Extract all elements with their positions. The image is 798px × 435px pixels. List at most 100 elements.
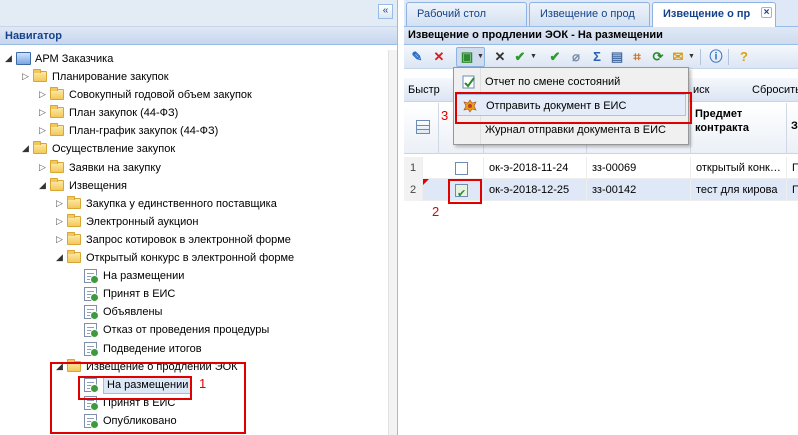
tree-item[interactable]: ▷ Совокупный годовой объем закупок (0, 86, 388, 104)
export-dropdown-icon[interactable]: ▼ (477, 53, 484, 60)
menu-item-label: Отчет по смене состояний (485, 76, 621, 88)
tab-notice-1[interactable]: Извещение о прод (529, 2, 650, 26)
collapsed-arrow-icon[interactable]: ▷ (55, 234, 64, 245)
export-icon[interactable]: ▣ (459, 49, 475, 65)
folder-icon (67, 250, 81, 264)
tree-item[interactable]: Подведение итогов (0, 340, 388, 358)
tree-item[interactable]: Отказ от проведения процедуры (0, 321, 388, 339)
row-code-cell: зз-00069 (587, 157, 691, 179)
tree-item[interactable]: Принят в ЕИС (0, 285, 388, 303)
tree-item-label: План закупок (44-ФЗ) (69, 107, 179, 120)
folder-icon (50, 87, 64, 101)
tree-item-label: Принят в ЕИС (103, 396, 176, 409)
tab-desktop[interactable]: Рабочий стол (406, 2, 527, 26)
tree-item-label: Закупка у единственного поставщика (86, 197, 277, 210)
navigator-scrollbar[interactable] (388, 50, 397, 435)
collapsed-arrow-icon[interactable]: ▷ (38, 107, 47, 118)
tree-item-selected[interactable]: На размещении (0, 375, 388, 394)
edit-icon[interactable]: ✎ (409, 49, 425, 65)
collapsed-arrow-icon[interactable]: ▷ (38, 89, 47, 100)
collapsed-arrow-icon[interactable]: ▷ (38, 125, 47, 136)
info-icon[interactable]: ⓘ (708, 49, 724, 65)
tree-item[interactable]: ◢ Осуществление закупок (0, 140, 388, 158)
collapsed-arrow-icon[interactable]: ▷ (55, 198, 64, 209)
collapse-navigator-button[interactable]: « (378, 4, 393, 19)
expanded-arrow-icon[interactable]: ◢ (4, 53, 13, 64)
tree-item[interactable]: ▷ Электронный аукцион (0, 213, 388, 231)
tree-item[interactable]: ▷ Закупка у единственного поставщика (0, 195, 388, 213)
panel-title: Извещение о продлении ЭОК - На размещени… (404, 27, 798, 45)
print-icon[interactable]: ▤ (609, 49, 625, 65)
collapsed-arrow-icon[interactable]: ▷ (38, 162, 47, 173)
subject-header-line2: контракта (695, 122, 749, 134)
check-icon[interactable]: ✔ (512, 49, 528, 65)
tree-item[interactable]: ◢ Извещение о продлении ЭОК (0, 358, 388, 376)
row-checkbox-checked[interactable] (455, 183, 468, 201)
next-column-header[interactable]: З (787, 103, 798, 154)
tree-item[interactable]: Опубликовано (0, 412, 388, 430)
expanded-arrow-icon[interactable]: ◢ (55, 252, 64, 263)
folder-icon (33, 141, 47, 155)
tree-item-label: Совокупный годовой объем закупок (69, 89, 252, 102)
search-button[interactable]: иск (689, 81, 713, 99)
tree-item[interactable]: ▷ Запрос котировок в электронной форме (0, 231, 388, 249)
sum-icon[interactable]: Σ (589, 49, 605, 65)
row-number: 2 (404, 179, 423, 201)
tree-item[interactable]: ◢ Открытый конкурс в электронной форме (0, 249, 388, 267)
tree-item-label: Отказ от проведения процедуры (103, 324, 270, 337)
expanded-arrow-icon[interactable]: ◢ (38, 180, 47, 191)
expanded-arrow-icon[interactable]: ◢ (55, 361, 64, 372)
tree-item-label: Объявлены (103, 306, 163, 319)
refresh-icon[interactable]: ⟳ (650, 49, 666, 65)
document-icon (84, 395, 99, 411)
main-panel: Рабочий стол Извещение о прод Извещение … (404, 0, 798, 435)
sign-icon[interactable]: ✔ (547, 49, 563, 65)
filter-icon[interactable]: ⌗ (629, 49, 645, 65)
delete-icon[interactable]: ✕ (431, 49, 447, 65)
grid-settings-column (404, 103, 439, 154)
tab-notice-active[interactable]: Извещение о пр × (652, 2, 776, 28)
row-number-cell: ок-э-2018-12-25 (484, 179, 587, 201)
attach-icon[interactable]: ⌀ (568, 49, 584, 65)
tree-item[interactable]: ◢ Извещения (0, 177, 388, 195)
subject-column-header[interactable]: Предмет контракта (691, 103, 787, 154)
check-dropdown-icon[interactable]: ▼ (530, 53, 537, 60)
help-icon[interactable]: ? (736, 49, 752, 65)
tree-item[interactable]: ◢ АРМ Заказчика (0, 50, 388, 68)
tree-item[interactable]: ▷ Планирование закупок (0, 68, 388, 86)
collapsed-arrow-icon[interactable]: ▷ (55, 216, 64, 227)
menu-item-send-to-eis[interactable]: Отправить документ в ЕИС (456, 94, 686, 116)
row-checkbox-cell (423, 179, 484, 201)
eagle-emblem-icon (463, 99, 477, 113)
folder-icon (50, 159, 64, 173)
tree-item[interactable]: ▷ План-график закупок (44-ФЗ) (0, 122, 388, 140)
tree-item-label: На размещении (103, 270, 185, 283)
send-dropdown-icon[interactable]: ▼ (688, 53, 695, 60)
tree-item-label: Извещение о продлении ЭОК (86, 360, 238, 373)
table-row-selected[interactable]: 2 ок-э-2018-12-25 зз-00142 тест для киро… (404, 179, 798, 201)
row-checkbox-cell (423, 157, 484, 179)
tree-item[interactable]: Объявлены (0, 303, 388, 321)
report-icon (462, 75, 475, 89)
close-tab-icon[interactable]: × (761, 7, 772, 18)
send-icon[interactable]: ✉ (670, 49, 686, 65)
table-row[interactable]: 1 ок-э-2018-11-24 зз-00069 открытый конк… (404, 157, 798, 179)
expanded-arrow-icon[interactable]: ◢ (21, 143, 30, 154)
tree-item-label: Подведение итогов (103, 342, 202, 355)
tree-item[interactable]: Принят в ЕИС (0, 394, 388, 412)
row-checkbox[interactable] (455, 162, 468, 175)
tab-label: Рабочий стол (417, 8, 487, 20)
reset-button[interactable]: Сбросить (748, 81, 798, 99)
tab-label: Извещение о прод (540, 8, 635, 20)
tree-item[interactable]: ▷ Заявки на закупку (0, 159, 388, 177)
tree-item-label: План-график закупок (44-ФЗ) (69, 125, 219, 138)
menu-item-send-log[interactable]: Журнал отправки документа в ЕИС (456, 119, 686, 141)
grid-columns-icon[interactable] (416, 120, 430, 134)
tree-item[interactable]: ▷ План закупок (44-ФЗ) (0, 104, 388, 122)
collapsed-arrow-icon[interactable]: ▷ (21, 71, 30, 82)
tree-item[interactable]: На размещении (0, 267, 388, 285)
quick-search-button[interactable]: Быстр (404, 81, 444, 99)
close-icon[interactable]: ✕ (492, 49, 508, 65)
menu-item-state-report[interactable]: Отчет по смене состояний (456, 71, 686, 93)
row-subject-cell: тест для кирова (691, 179, 787, 201)
